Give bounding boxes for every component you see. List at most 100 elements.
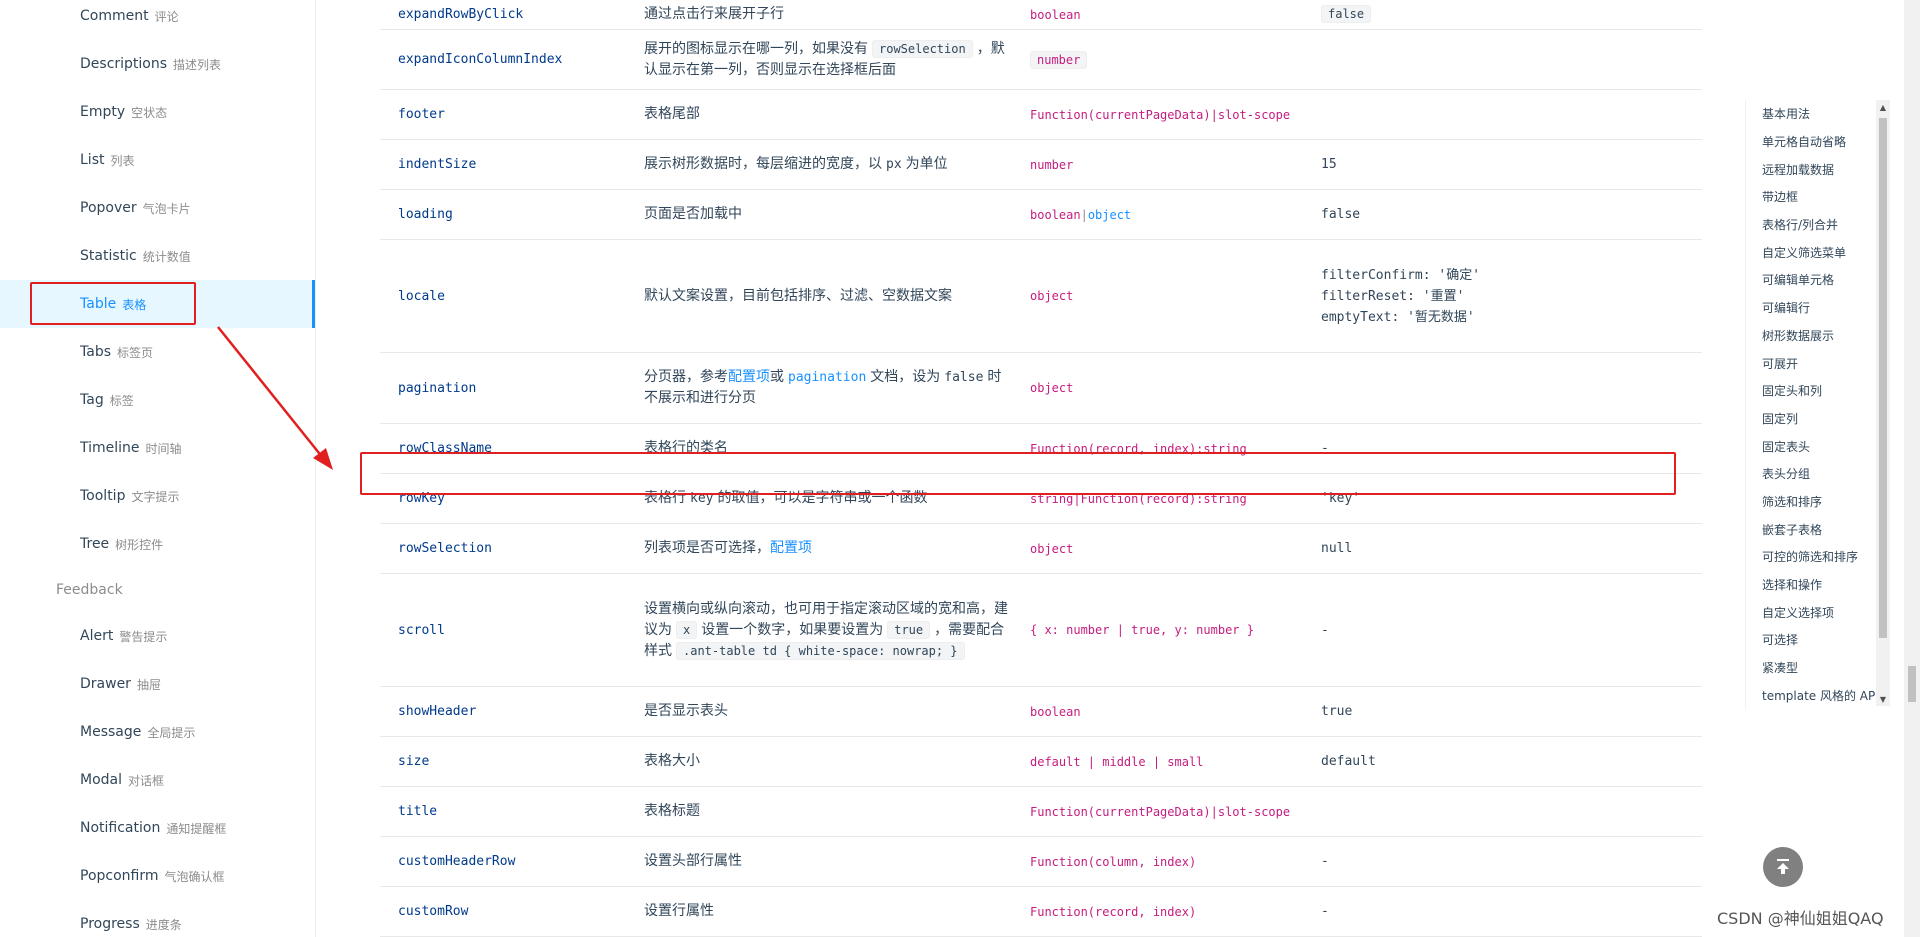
annotation-box-row — [360, 452, 1676, 495]
prop-type: number — [1030, 157, 1074, 172]
sidebar-item-label: Alert — [80, 628, 114, 644]
table-row: loading 页面是否加载中 boolean|object false — [380, 190, 1702, 240]
desc-code: rowSelection — [872, 39, 973, 58]
prop-desc: 表格大小 — [644, 753, 700, 769]
table-row: pagination 分页器，参考配置项或 pagination 文档，设为 fals… — [380, 353, 1702, 424]
anchor-item[interactable]: 树形数据展示 — [1746, 322, 1876, 350]
type-part: object — [1087, 207, 1132, 222]
config-link[interactable]: 配置项 — [770, 540, 812, 556]
anchor-item[interactable]: 表头分组 — [1746, 460, 1876, 488]
sidebar-item-label: Message — [80, 724, 142, 740]
prop-name: loading — [398, 207, 453, 222]
table-row: indentSize 展示树形数据时，每层缩进的宽度，以 px 为单位 number… — [380, 140, 1702, 190]
arrow-up-to-line-icon — [1777, 859, 1789, 874]
sidebar-item-drawer[interactable]: Drawer 抽屉 — [0, 660, 315, 708]
sidebar-item-label: Progress — [80, 916, 140, 932]
prop-name: size — [398, 754, 430, 769]
scroll-down-icon[interactable]: ▼ — [1876, 692, 1890, 706]
anchor-item[interactable]: 可选择 — [1746, 626, 1876, 654]
anchor-item[interactable]: 选择和操作 — [1746, 571, 1876, 599]
page-scrollbar-thumb[interactable] — [1908, 666, 1916, 702]
prop-default: - — [1321, 622, 1329, 638]
prop-desc: 设置行属性 — [644, 903, 714, 919]
sidebar-item-alert[interactable]: Alert 警告提示 — [0, 612, 315, 660]
sidebar-item-label: Tooltip — [80, 488, 126, 504]
page-scrollbar[interactable] — [1904, 0, 1920, 937]
prop-desc: 设置头部行属性 — [644, 853, 742, 869]
sidebar-item-sub: 树形控件 — [115, 537, 164, 552]
prop-name: locale — [398, 288, 445, 304]
desc-code: x — [676, 620, 698, 639]
sidebar-item-label: Drawer — [80, 676, 131, 692]
sidebar-item-popconfirm[interactable]: Popconfirm 气泡确认框 — [0, 852, 315, 900]
config-link[interactable]: 配置项 — [728, 369, 770, 385]
anchor-item[interactable]: 可展开 — [1746, 349, 1876, 377]
annotation-arrow-icon — [217, 326, 333, 470]
back-to-top-button[interactable] — [1763, 847, 1803, 887]
anchor-item[interactable]: 嵌套子表格 — [1746, 515, 1876, 543]
prop-type: Function(column, index) — [1030, 854, 1197, 869]
anchor-item[interactable]: 紧凑型 — [1746, 654, 1876, 682]
desc-text: 展示树形数据时，每层缩进的宽度，以 — [644, 156, 882, 172]
scrollbar-thumb[interactable] — [1879, 118, 1887, 638]
anchor-item[interactable]: 单元格自动省略 — [1746, 128, 1876, 156]
sidebar-item-sub: 警告提示 — [119, 629, 168, 644]
prop-name: footer — [398, 107, 445, 122]
prop-default: - — [1321, 904, 1329, 919]
prop-default: filterConfirm: '确定' filterReset: '重置' em… — [1321, 267, 1481, 325]
sidebar-item-label: Modal — [80, 772, 122, 788]
prop-name: expandRowByClick — [398, 7, 524, 22]
anchor-item[interactable]: 带边框 — [1746, 183, 1876, 211]
prop-default: default — [1321, 754, 1376, 769]
prop-desc: 展开的图标显示在哪一列，如果没有 rowSelection ，默认显示在第一列，否则… — [644, 39, 1030, 81]
table-row: customHeaderRow 设置头部行属性 Function(column,… — [380, 837, 1702, 887]
desc-code: .ant-table td { white-space: nowrap; } — [676, 641, 965, 660]
sidebar-item-message[interactable]: Message 全局提示 — [0, 708, 315, 756]
prop-name: scroll — [398, 622, 445, 638]
prop-default: false — [1321, 4, 1702, 25]
anchor-item[interactable]: 可编辑行 — [1746, 294, 1876, 322]
prop-type: object — [1030, 289, 1074, 303]
sidebar-item-tree[interactable]: Tree 树形控件 — [0, 520, 315, 568]
prop-default: null — [1321, 541, 1353, 556]
prop-type: boolean|object — [1030, 208, 1321, 222]
sidebar-item-sub: 气泡确认框 — [164, 869, 225, 884]
anchor-item[interactable]: 表格行/列合并 — [1746, 211, 1876, 239]
sidebar-item-label: Tree — [80, 536, 110, 552]
prop-type: Function(currentPageData)|slot-scope — [1030, 804, 1291, 819]
default-tag: false — [1321, 5, 1372, 23]
sidebar-item-label: Popconfirm — [80, 868, 159, 884]
anchor-item[interactable]: 基本用法 — [1746, 100, 1876, 128]
sidebar-item-label: Notification — [80, 820, 161, 836]
scroll-up-icon[interactable]: ▲ — [1876, 100, 1890, 114]
prop-desc: 分页器，参考配置项或 pagination 文档，设为 false 时不展示和进行分页 — [644, 367, 1030, 409]
sidebar-item-modal[interactable]: Modal 对话框 — [0, 756, 315, 804]
anchor-item[interactable]: 可控的筛选和排序 — [1746, 543, 1876, 571]
prop-type: { x: number | true, y: number } — [1030, 623, 1254, 637]
sidebar-item-progress[interactable]: Progress 进度条 — [0, 900, 315, 937]
anchor-item[interactable]: 自定义选择项 — [1746, 598, 1876, 626]
anchor-item[interactable]: 筛选和排序 — [1746, 488, 1876, 516]
anchor-item[interactable]: 可编辑单元格 — [1746, 266, 1876, 294]
desc-mono: false — [944, 370, 984, 385]
anchor-item[interactable]: 固定表头 — [1746, 432, 1876, 460]
pagination-link[interactable]: pagination — [788, 370, 866, 385]
table-row: customRow 设置行属性 Function(record, index) … — [380, 887, 1702, 937]
table-row: showHeader 是否显示表头 boolean true — [380, 687, 1702, 737]
sidebar-item-notification[interactable]: Notification 通知提醒框 — [0, 804, 315, 852]
prop-name: expandIconColumnIndex — [398, 52, 563, 67]
anchor-scrollbar[interactable]: ▲ ▼ — [1876, 100, 1890, 706]
anchor-item[interactable]: 远程加载数据 — [1746, 155, 1876, 183]
prop-desc: 表格尾部 — [644, 106, 700, 122]
anchor-item[interactable]: 固定头和列 — [1746, 377, 1876, 405]
desc-text: 分页器，参考 — [644, 369, 728, 385]
anchor-item[interactable]: template 风格的 API — [1746, 681, 1876, 709]
prop-type: object — [1030, 381, 1074, 395]
anchor-item[interactable]: 自定义筛选菜单 — [1746, 238, 1876, 266]
sidebar-item-sub: 对话框 — [128, 773, 165, 788]
prop-default: - — [1321, 854, 1329, 869]
anchor-item[interactable]: 固定列 — [1746, 405, 1876, 433]
desc-mono: px — [886, 157, 902, 172]
prop-desc: 设置横向或纵向滚动，也可用于指定滚动区域的宽和高，建议为 x 设置一个数字，如果要设… — [644, 599, 1030, 662]
table-row: scroll 设置横向或纵向滚动，也可用于指定滚动区域的宽和高，建议为 x 设置一个… — [380, 574, 1702, 687]
